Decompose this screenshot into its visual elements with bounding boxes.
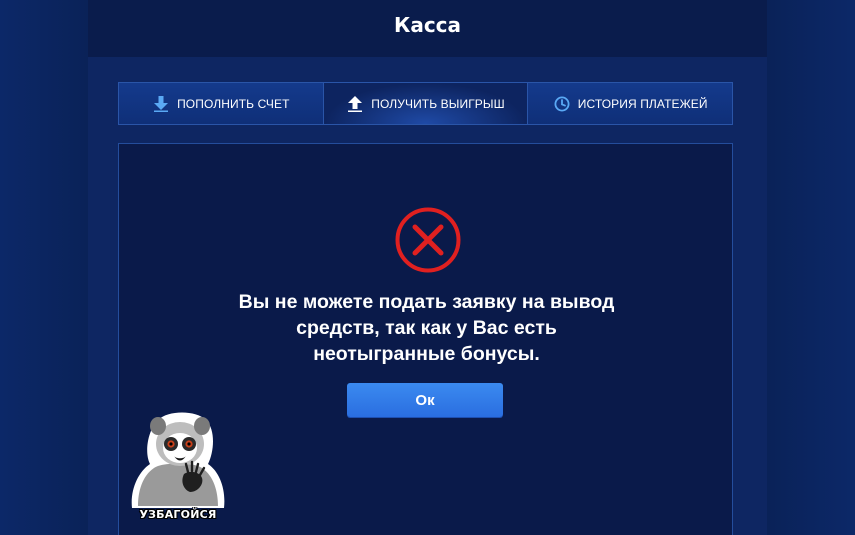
- tab-payment-history[interactable]: ИСТОРИЯ ПЛАТЕЖЕЙ: [528, 83, 733, 124]
- tab-deposit-label: ПОПОЛНИТЬ СЧЕТ: [177, 96, 290, 111]
- tab-history-label: ИСТОРИЯ ПЛАТЕЖЕЙ: [577, 96, 708, 111]
- error-x-icon: [395, 207, 461, 273]
- lemur-image: [131, 412, 225, 508]
- error-message: Вы не можете подать заявку на вывод сред…: [179, 289, 674, 367]
- clock-icon: [553, 95, 571, 113]
- lemur-sticker: УЗБАГОЙСЯ: [128, 412, 228, 524]
- arrow-down-icon: [152, 95, 170, 113]
- cashier-header: Касса: [88, 0, 767, 57]
- page-title: Касса: [393, 12, 462, 37]
- ok-button[interactable]: Ок: [347, 383, 503, 417]
- page-background-right: [767, 0, 855, 535]
- tab-withdraw[interactable]: ПОЛУЧИТЬ ВЫИГРЫШ: [323, 83, 529, 124]
- arrow-up-icon: [346, 95, 364, 113]
- tab-deposit[interactable]: ПОПОЛНИТЬ СЧЕТ: [119, 83, 324, 124]
- sticker-caption: УЗБАГОЙСЯ: [139, 508, 217, 521]
- tab-withdraw-label: ПОЛУЧИТЬ ВЫИГРЫШ: [371, 96, 505, 111]
- error-message-line: Вы не можете подать заявку на вывод: [238, 291, 615, 313]
- error-message-line: неотыгранные бонусы.: [313, 343, 540, 365]
- page-background-left: [0, 0, 88, 535]
- error-message-line: средств, так как у Вас есть: [296, 317, 557, 339]
- cashier-tabs: ПОПОЛНИТЬ СЧЕТ ПОЛУЧИТЬ ВЫИГРЫШ ИСТОРИЯ …: [118, 82, 733, 125]
